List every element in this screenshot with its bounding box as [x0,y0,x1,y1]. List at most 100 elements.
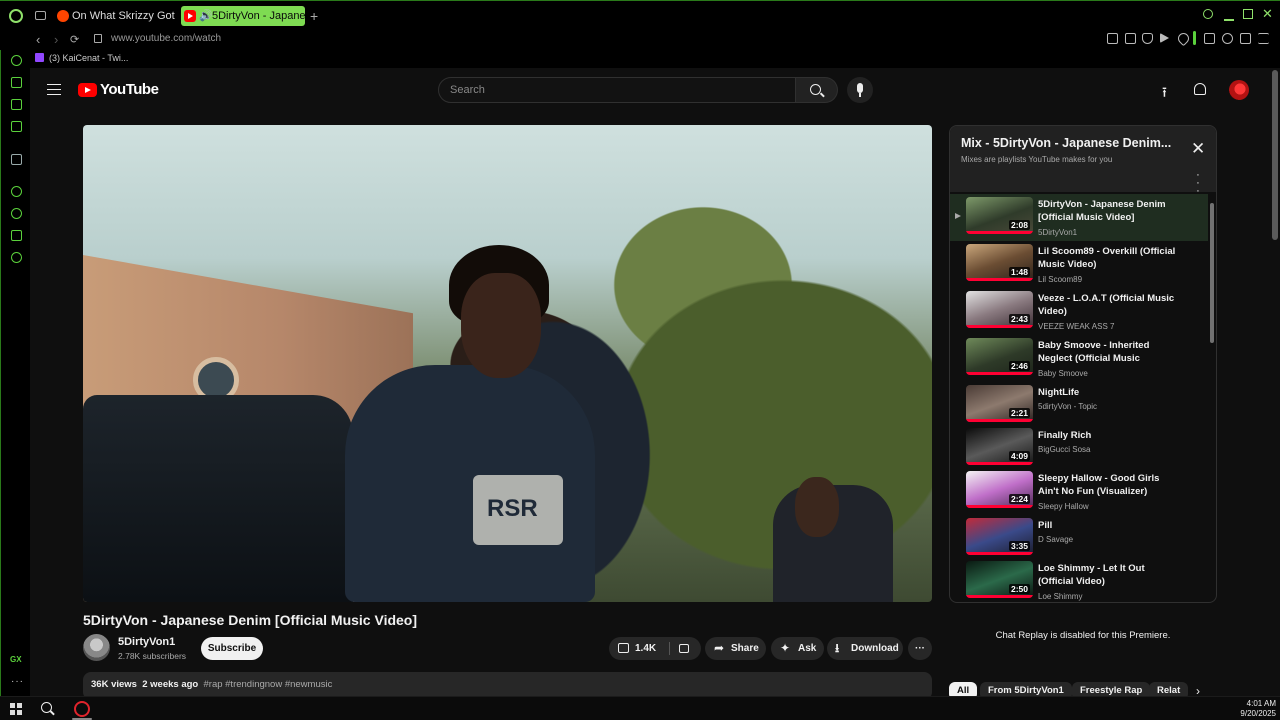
profile-icon[interactable] [1222,33,1233,44]
video-player[interactable] [83,125,932,602]
restore-icon[interactable] [1243,9,1253,19]
duration: 1:48 [1008,267,1030,277]
youtube-header: YouTube ⭱ [30,68,1280,113]
youtube-logo-icon[interactable] [78,83,97,97]
extensions-icon[interactable] [1204,33,1215,44]
item-title: 5DirtyVon - Japanese Denim [Official Mus… [1038,199,1166,223]
messenger-icon[interactable] [11,121,22,132]
list-item[interactable]: 2:43 Veeze - L.O.A.T (Official Music Vid… [950,288,1208,335]
video-frame-bystander-head [795,477,839,537]
windows-start-icon[interactable] [10,703,22,715]
minimize-icon[interactable] [1224,19,1234,21]
player-sidebar-icon[interactable] [11,186,22,197]
voice-search-button[interactable] [847,77,873,103]
share-button[interactable]: ➦ Share [705,637,766,660]
history-icon[interactable] [11,208,22,219]
progress-bar [966,505,1033,508]
hashtags[interactable]: #rap #trendingnow #newmusic [204,679,333,690]
item-title: Lil Scoom89 - Overkill (Official Music V… [1038,246,1176,270]
scrollbar-thumb[interactable] [1210,203,1214,343]
url-field[interactable]: www.youtube.com/watch [111,33,221,44]
list-item[interactable]: 2:50 Loe Shimmy - Let It Out (Official V… [950,558,1208,602]
snapshot-icon[interactable] [1125,33,1136,44]
player-icon[interactable] [1160,33,1169,43]
duration: 2:50 [1008,584,1030,594]
account-avatar[interactable] [1229,80,1249,100]
reload-icon[interactable]: ⟳ [70,33,79,46]
list-item[interactable]: 2:46 Baby Smoove - Inherited Neglect (Of… [950,335,1208,382]
more-actions-button[interactable]: ··· [908,637,932,660]
gx-label[interactable]: GX [10,655,22,664]
item-title: Sleepy Hallow - Good Girls Ain't No Fun … [1038,473,1160,497]
share-icon: ➦ [714,641,725,655]
bookmark-label: (3) KaiCenat - Twi... [49,53,129,63]
lock-icon[interactable] [94,34,102,43]
dislike-icon[interactable] [679,644,689,653]
item-title: Veeze - L.O.A.T (Official Music Video) [1038,293,1175,317]
shield-icon[interactable] [1142,33,1153,44]
twitch-sidebar-icon[interactable] [11,154,22,165]
opera-gx-logo-icon[interactable] [9,9,23,23]
mix-title[interactable]: Mix - 5DirtyVon - Japanese Denim... [961,136,1176,150]
subscribe-button[interactable]: Subscribe [201,637,263,660]
close-icon[interactable]: ✕ [1191,140,1205,157]
opera-taskbar-icon[interactable] [74,701,90,717]
more-options-icon[interactable]: ··· [11,676,24,687]
notifications-icon[interactable] [1194,83,1206,95]
list-item[interactable]: 2:08 5DirtyVon - Japanese Denim [Officia… [950,194,1208,241]
taskbar-search-icon[interactable] [41,702,52,713]
forward-icon[interactable]: › [54,32,58,47]
page-scrollbar[interactable] [1271,68,1279,696]
ask-button[interactable]: ✦ Ask [771,637,824,660]
back-icon[interactable]: ‹ [36,32,40,47]
speaker-icon[interactable]: 🔊 [199,6,213,26]
channel-avatar[interactable] [83,634,110,661]
search-tabs-icon[interactable] [1203,9,1213,19]
list-item[interactable]: 2:24 Sleepy Hallow - Good Girls Ain't No… [950,468,1208,515]
now-playing-icon [955,213,961,219]
mix-scrollbar[interactable] [1209,193,1215,602]
menu-icon[interactable] [47,84,61,95]
video-thumbnail: 2:46 [966,338,1033,375]
list-item[interactable]: 3:35 Pill D Savage [950,515,1208,562]
tab-overview-icon[interactable] [35,11,46,20]
pin-icon[interactable] [1107,33,1118,44]
easy-setup-icon[interactable] [1258,33,1269,44]
progress-bar [966,372,1033,375]
extensions-sidebar-icon[interactable] [11,230,22,241]
like-icon[interactable] [618,643,629,653]
chat-replay-notice: Chat Replay is disabled for this Premier… [995,630,1171,641]
system-clock[interactable]: 4:01 AM 9/20/2025 [1230,699,1276,719]
gx-cleaner-icon[interactable] [11,99,22,110]
item-channel: Sleepy Hallow [1038,502,1089,511]
tab-youtube-active[interactable]: 🔊5DirtyVon - Japanese [181,6,305,26]
scrollbar-thumb[interactable] [1272,70,1278,240]
list-item[interactable]: 1:48 Lil Scoom89 - Overkill (Official Mu… [950,241,1208,288]
settings-icon[interactable] [11,252,22,263]
upload-icon[interactable]: ⭱ [1162,82,1167,106]
item-channel: Loe Shimmy [1038,592,1083,601]
address-bar: ‹ › ⟳ www.youtube.com/watch [0,30,1280,50]
downloads-icon[interactable] [1240,33,1251,44]
bookmark-kaicenat[interactable]: (3) KaiCenat - Twi... [35,53,128,63]
video-thumbnail: 2:50 [966,561,1033,598]
close-window-icon[interactable]: ✕ [1262,6,1274,21]
list-item[interactable]: 2:21 NightLife 5dirtyVon - Topic [950,382,1208,429]
progress-bar [966,278,1033,281]
gx-control-icon[interactable] [11,55,22,66]
item-channel: 5DirtyVon1 [1038,228,1078,237]
channel-name[interactable]: 5DirtyVon1 [118,636,175,648]
kebab-menu-icon[interactable]: · · · [1195,170,1201,197]
tab-reddit[interactable]: On What Skrizzy Got Cau [54,6,178,26]
search-input[interactable] [439,78,795,102]
list-item[interactable]: 4:09 Finally Rich BigGucci Sosa [950,425,1208,472]
download-button[interactable]: ⭳ Download [827,637,903,660]
mix-list: 2:08 5DirtyVon - Japanese Denim [Officia… [950,193,1208,602]
sparkle-icon: ✦ [780,641,791,655]
like-count[interactable]: 1.4K [635,637,656,660]
gx-corner-icon[interactable] [11,77,22,88]
youtube-logo-text[interactable]: YouTube [100,81,159,98]
view-count: 36K views [91,679,137,690]
search-button[interactable] [796,77,838,103]
new-tab-button[interactable]: + [310,8,318,24]
